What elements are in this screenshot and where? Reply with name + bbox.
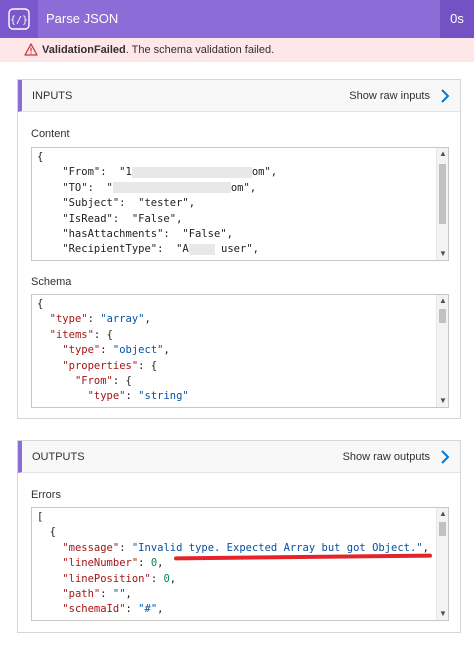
inputs-section: INPUTS Show raw inputs Content { "From":…: [17, 79, 461, 419]
content-scrollbar[interactable]: ▲ ▼: [436, 148, 448, 260]
parse-json-icon: {/}: [0, 0, 38, 38]
schema-scrollbar[interactable]: ▲ ▼: [436, 295, 448, 407]
error-banner: ValidationFailed. The schema validation …: [0, 38, 474, 62]
errors-code-viewer[interactable]: [ { "message": "Invalid type. Expected A…: [31, 507, 449, 621]
scroll-up-icon[interactable]: ▲: [437, 508, 448, 520]
schema-label: Schema: [31, 276, 72, 288]
chevron-right-icon[interactable]: [440, 450, 450, 464]
duration-badge: 0s: [440, 0, 474, 38]
warning-icon: [24, 43, 38, 56]
scroll-thumb[interactable]: [439, 309, 446, 323]
content-code: { "From": "1 om", "TO": " om", "Subject": …: [37, 151, 278, 260]
scroll-up-icon[interactable]: ▲: [437, 148, 448, 160]
chevron-right-icon[interactable]: [440, 89, 450, 103]
content-code-viewer[interactable]: { "From": "1 om", "TO": " om", "Subject": …: [31, 147, 449, 261]
errors-scrollbar[interactable]: ▲ ▼: [436, 508, 448, 620]
error-code: ValidationFailed: [42, 44, 126, 56]
svg-text:{/}: {/}: [10, 15, 28, 26]
scroll-down-icon[interactable]: ▼: [437, 608, 448, 620]
show-raw-outputs-link[interactable]: Show raw outputs: [343, 441, 430, 473]
errors-code: [ { "message": "Invalid type. Expected A…: [37, 511, 429, 620]
scroll-down-icon[interactable]: ▼: [437, 395, 448, 407]
action-title: Parse JSON: [46, 11, 119, 26]
outputs-section: OUTPUTS Show raw outputs Errors [ { "mes…: [17, 440, 461, 633]
errors-label: Errors: [31, 489, 61, 501]
error-message: ValidationFailed. The schema validation …: [42, 38, 274, 62]
outputs-title: OUTPUTS: [32, 451, 85, 463]
schema-code: { "type": "array", "items": { "type": "o…: [37, 298, 189, 407]
show-raw-inputs-link[interactable]: Show raw inputs: [349, 80, 430, 112]
inputs-title: INPUTS: [32, 90, 73, 102]
scroll-down-icon[interactable]: ▼: [437, 248, 448, 260]
scroll-thumb[interactable]: [439, 522, 446, 536]
error-text: . The schema validation failed.: [125, 44, 275, 56]
scroll-up-icon[interactable]: ▲: [437, 295, 448, 307]
content-label: Content: [31, 128, 70, 140]
inputs-header: INPUTS Show raw inputs: [18, 80, 460, 112]
outputs-header: OUTPUTS Show raw outputs: [18, 441, 460, 473]
action-header[interactable]: {/} Parse JSON 0s: [0, 0, 474, 38]
schema-code-viewer[interactable]: { "type": "array", "items": { "type": "o…: [31, 294, 449, 408]
scroll-thumb[interactable]: [439, 164, 446, 224]
